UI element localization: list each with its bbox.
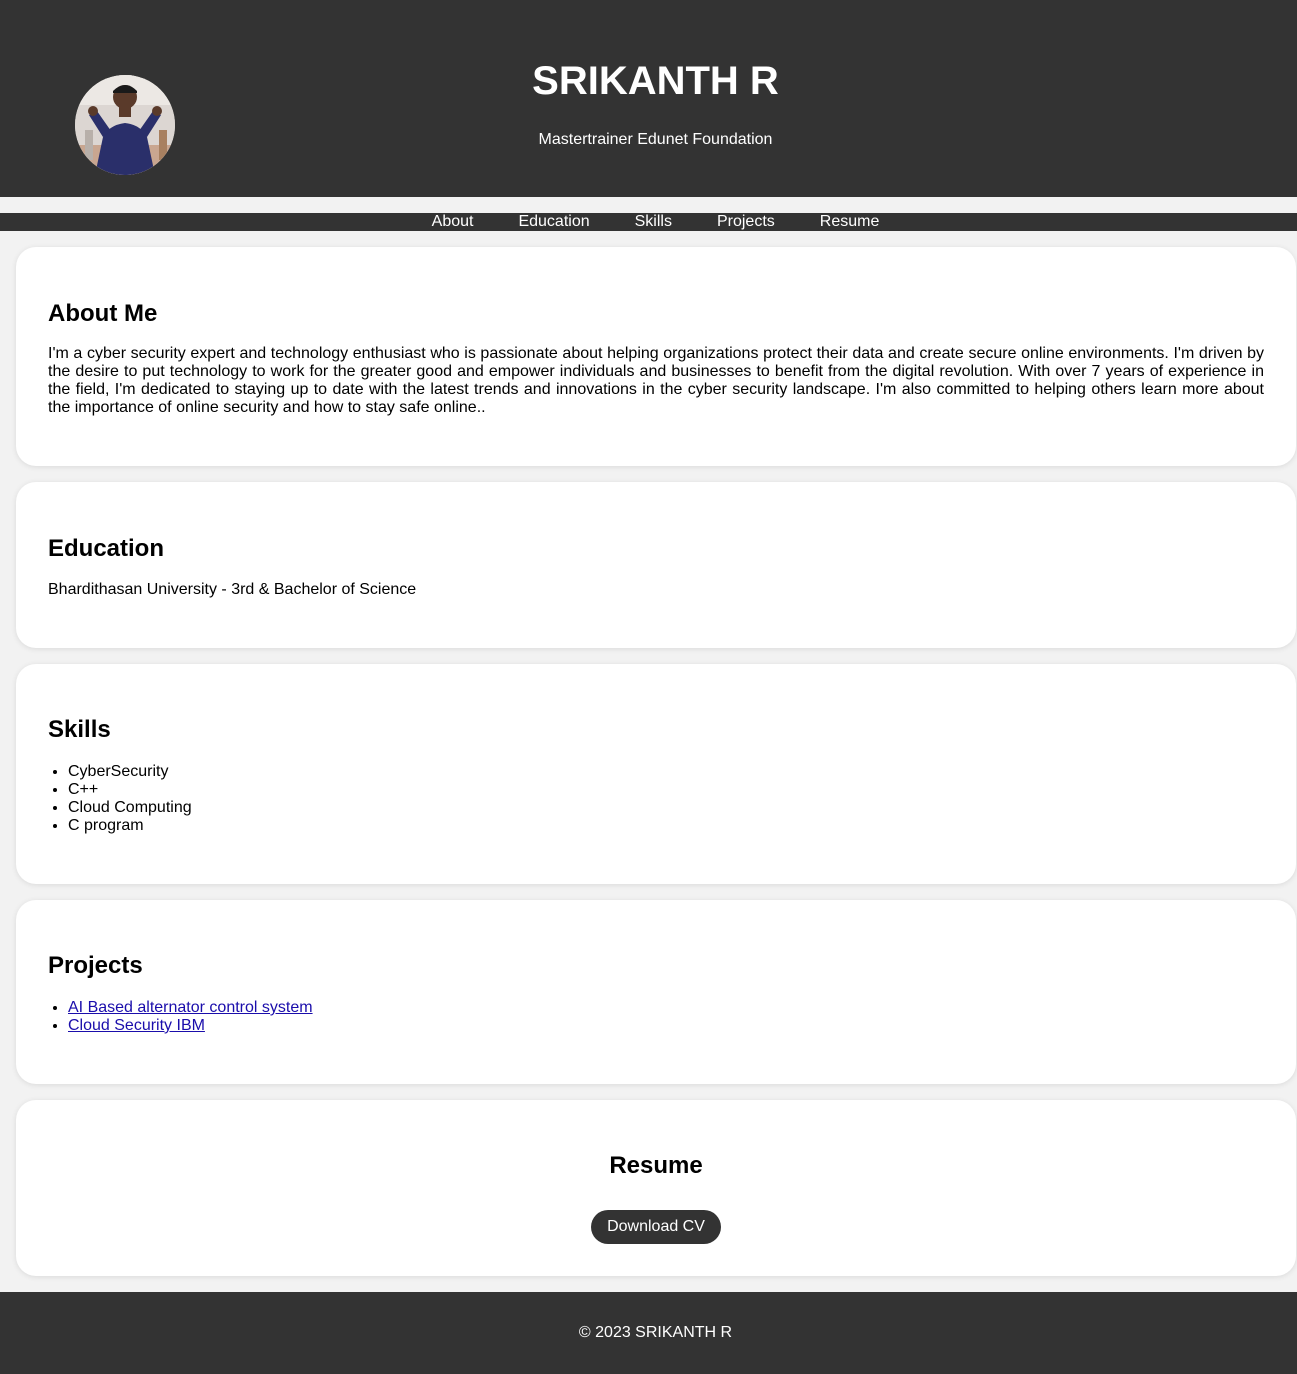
about-text: I'm a cyber security expert and technolo… <box>48 345 1264 416</box>
resume-section: Resume Download CV <box>16 1100 1296 1276</box>
nav-item-about: About <box>432 213 474 231</box>
nav-item-resume: Resume <box>820 213 880 231</box>
nav-item-skills: Skills <box>635 213 672 231</box>
projects-list: AI Based alternator control system Cloud… <box>48 999 313 1035</box>
about-heading: About Me <box>48 300 158 327</box>
nav-list: About Education Skills Projects Resume <box>0 213 1297 231</box>
project-link[interactable]: AI Based alternator control system <box>68 999 313 1016</box>
site-header: SRIKANTH R Mastertrainer Edunet Foundati… <box>0 0 1297 197</box>
main-nav: About Education Skills Projects Resume <box>0 213 1297 231</box>
site-title: SRIKANTH R <box>532 59 779 103</box>
download-cv-button[interactable]: Download CV <box>591 1210 721 1244</box>
nav-link-projects[interactable]: Projects <box>717 213 775 230</box>
projects-section: Projects AI Based alternator control sys… <box>16 900 1296 1084</box>
skill-item: C program <box>68 817 192 835</box>
skill-item: Cloud Computing <box>68 799 192 817</box>
nav-link-education[interactable]: Education <box>518 213 589 230</box>
resume-heading: Resume <box>609 1152 703 1179</box>
skills-section: Skills CyberSecurity C++ Cloud Computing… <box>16 664 1296 884</box>
about-section: About Me I'm a cyber security expert and… <box>16 247 1296 466</box>
nav-item-projects: Projects <box>717 213 775 231</box>
nav-link-skills[interactable]: Skills <box>635 213 672 230</box>
project-item: AI Based alternator control system <box>68 999 313 1017</box>
education-entry: Bhardithasan University - 3rd & Bachelor… <box>48 581 417 598</box>
skill-item: CyberSecurity <box>68 763 192 781</box>
site-subtitle: Mastertrainer Edunet Foundation <box>538 131 773 148</box>
nav-link-resume[interactable]: Resume <box>820 213 880 230</box>
projects-heading: Projects <box>48 952 143 979</box>
education-heading: Education <box>48 535 165 562</box>
footer-copyright: © 2023 SRIKANTH R <box>578 1324 733 1341</box>
skill-item: C++ <box>68 781 192 799</box>
project-item: Cloud Security IBM <box>68 1017 313 1035</box>
nav-link-about[interactable]: About <box>432 213 474 230</box>
site-footer: © 2023 SRIKANTH R <box>0 1292 1297 1374</box>
skills-list: CyberSecurity C++ Cloud Computing C prog… <box>48 763 192 835</box>
education-section: Education Bhardithasan University - 3rd … <box>16 482 1296 648</box>
project-link[interactable]: Cloud Security IBM <box>68 1017 205 1034</box>
nav-item-education: Education <box>518 213 589 231</box>
skills-heading: Skills <box>48 716 111 743</box>
